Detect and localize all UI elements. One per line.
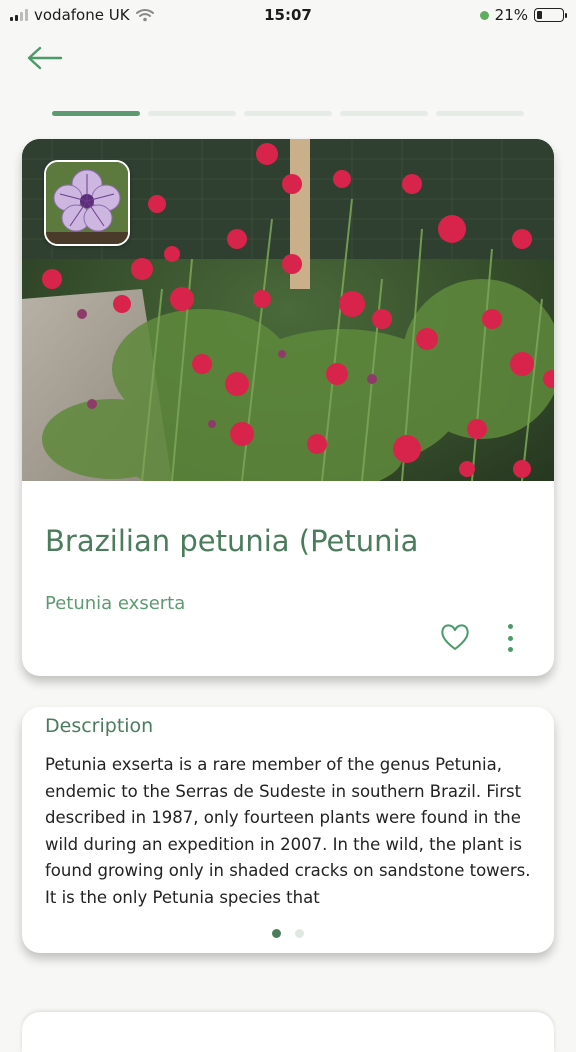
pager-dot-2[interactable]: [295, 929, 304, 938]
step-indicator-2: [148, 111, 236, 116]
heart-icon[interactable]: [439, 622, 471, 652]
description-text: Petunia exserta is a rare member of the …: [45, 755, 531, 907]
arrow-left-icon[interactable]: [26, 44, 64, 72]
step-indicator-4: [340, 111, 428, 116]
description-card: Description Petunia exserta is a rare me…: [22, 707, 554, 953]
plant-thumbnail: [44, 160, 130, 246]
step-indicator-3: [244, 111, 332, 116]
plant-card: Brazilian petunia (Petunia Petunia exser…: [22, 139, 554, 676]
description-title: Description: [45, 715, 154, 737]
description-pager: [22, 929, 554, 938]
step-indicator-5: [436, 111, 524, 116]
battery-percent: 21%: [494, 6, 528, 24]
pager-dot-1[interactable]: [272, 929, 281, 938]
status-bar: vodafone UK 15:07 21%: [0, 0, 576, 32]
battery-icon: [534, 8, 567, 22]
next-card-peek: [22, 1012, 554, 1052]
more-vertical-icon[interactable]: [499, 622, 521, 654]
plant-scientific-name: Petunia exserta: [45, 593, 186, 614]
petunia-flower-icon: [46, 162, 128, 244]
location-indicator-icon: [479, 10, 489, 20]
step-indicator-1: [52, 111, 140, 116]
step-progress: [52, 111, 524, 116]
plant-common-name: Brazilian petunia (Petunia: [45, 524, 419, 558]
battery-group: 21%: [479, 6, 567, 24]
